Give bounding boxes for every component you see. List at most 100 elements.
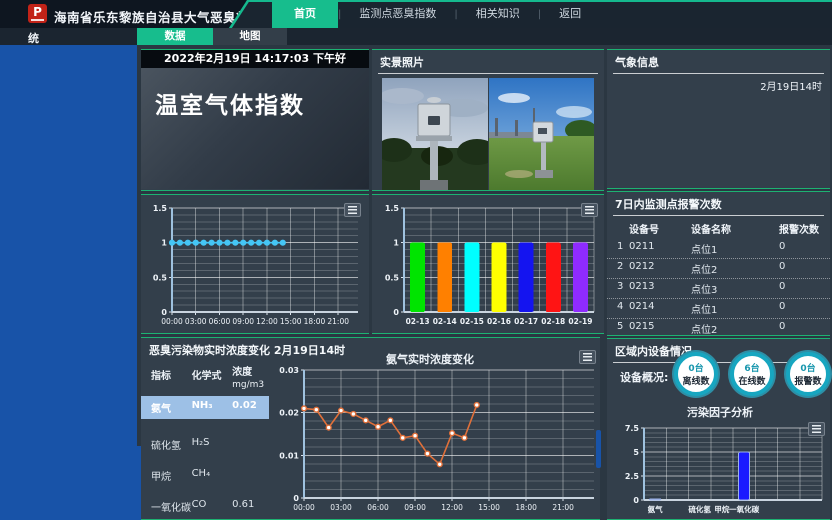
odor-row-h2s[interactable]: 硫化氢 H₂S: [141, 433, 269, 456]
svg-text:1.5: 1.5: [153, 204, 168, 213]
col-device-name: 设备名称: [691, 221, 779, 236]
dashboard-root: P 海南省乐东黎族自治县大气恶臭状况实时发布系 首页 | 监测点恶臭指数 | 相…: [0, 0, 832, 520]
weather-panel-title: 气象信息: [607, 50, 830, 73]
svg-text:硫化氢: 硫化氢: [688, 504, 711, 514]
nh3-trend-chart: 0 0.01 0.02 0.03 00:00 03:00 06:00 09:00 12:00 15…: [278, 362, 600, 514]
svg-text:02-16: 02-16: [487, 317, 511, 326]
chart-menu-icon[interactable]: [579, 350, 596, 364]
svg-text:0: 0: [393, 308, 399, 317]
svg-text:0.02: 0.02: [279, 409, 299, 418]
svg-text:02-17: 02-17: [514, 317, 538, 326]
offline-count-badge: 0台 离线数: [674, 352, 718, 396]
svg-text:0.5: 0.5: [385, 273, 400, 282]
table-row: 2 0212 点位2 0: [607, 259, 830, 279]
nav-knowledge[interactable]: 相关知识: [458, 0, 538, 28]
svg-text:02-19: 02-19: [568, 317, 592, 326]
odor-table-header: 指标 化学式 浓度 mg/m3: [141, 361, 269, 392]
col-formula: 化学式: [192, 367, 233, 390]
svg-text:0.03: 0.03: [279, 366, 299, 375]
main-nav: 首页 | 监测点恶臭指数 | 相关知识 | 返回: [272, 0, 599, 28]
chart-menu-icon[interactable]: [344, 203, 361, 217]
svg-text:02-14: 02-14: [433, 317, 457, 326]
odor-row-nh3[interactable]: 氨气 NH₃ 0.02: [141, 396, 269, 419]
svg-text:02-18: 02-18: [541, 317, 565, 326]
chart-menu-icon[interactable]: [581, 203, 598, 217]
svg-text:氨气: 氨气: [648, 504, 663, 514]
col-indicator: 指标: [151, 367, 192, 390]
svg-text:02-13: 02-13: [406, 317, 430, 326]
app-title-wrap: 统: [28, 30, 39, 46]
chart-menu-icon[interactable]: [808, 422, 825, 436]
nav-home[interactable]: 首页: [272, 0, 338, 28]
svg-text:5: 5: [633, 448, 639, 457]
col-device-id: 设备号: [629, 221, 691, 236]
photos-panel: 实景照片: [372, 49, 604, 191]
svg-text:12:00: 12:00: [441, 503, 463, 512]
alarm-count-badge: 0台 报警数: [786, 352, 830, 396]
svg-text:0.5: 0.5: [153, 273, 168, 282]
alarm-table-header: 设备号 设备名称 报警次数: [607, 216, 830, 239]
alarm-7d-panel: 7日内监测点报警次数 设备号 设备名称 报警次数 1 0211 点位1 0 2 …: [607, 191, 830, 336]
svg-text:1: 1: [161, 239, 167, 248]
device-overview-label: 设备概况:: [620, 369, 668, 385]
svg-text:18:00: 18:00: [304, 317, 326, 326]
col-concentration: 浓度 mg/m3: [232, 367, 269, 390]
svg-text:06:00: 06:00: [367, 503, 389, 512]
svg-text:03:00: 03:00: [185, 317, 207, 326]
photos-panel-title: 实景照片: [372, 50, 604, 73]
table-row: 4 0214 点位1 0: [607, 299, 830, 319]
table-row: 5 0215 点位2 0: [607, 319, 830, 339]
svg-text:09:00: 09:00: [404, 503, 426, 512]
panel-title-underline: [378, 73, 598, 74]
col-alarm-count: 报警次数: [779, 221, 819, 236]
online-count-badge: 6台 在线数: [730, 352, 774, 396]
svg-text:1: 1: [393, 239, 399, 248]
svg-text:甲烷: 甲烷: [714, 504, 729, 514]
alarm-panel-title: 7日内监测点报警次数: [607, 192, 830, 215]
table-row: 3 0213 点位3 0: [607, 279, 830, 299]
odor-row-co[interactable]: 一氧化碳 CO 0.61: [141, 495, 269, 518]
daily-bars-chart: 0 0.5 1 1.5 02-1302-1402-1502-1602-1702-1802…: [378, 200, 600, 328]
site-photo-2: [489, 78, 595, 190]
svg-text:02-15: 02-15: [460, 317, 484, 326]
svg-text:0.01: 0.01: [279, 451, 299, 460]
weather-timestamp: 2月19日14时: [607, 74, 830, 93]
nav-back[interactable]: 返回: [541, 0, 599, 28]
app-logo: P: [28, 4, 47, 23]
svg-text:一氧化碳: 一氧化碳: [729, 504, 759, 514]
greenhouse-trend-chart: 0 0.5 1 1.5 00:0003:0006:0009:0012:0015:0018…: [146, 200, 364, 328]
svg-text:7.5: 7.5: [625, 424, 640, 433]
svg-text:0: 0: [633, 496, 639, 505]
svg-text:15:00: 15:00: [280, 317, 302, 326]
svg-text:0: 0: [161, 308, 167, 317]
left-sidebar: [0, 45, 137, 520]
tab-data[interactable]: 数据: [137, 28, 213, 45]
svg-text:2.5: 2.5: [625, 472, 640, 481]
pollution-factor-chart: 0 2.5 5 7.5 氨气 硫化氢甲烷一氧化碳: [618, 420, 828, 516]
svg-text:00:00: 00:00: [161, 317, 183, 326]
svg-text:06:00: 06:00: [209, 317, 231, 326]
greenhouse-title: 温室气体指数: [155, 86, 355, 120]
site-photo-1: [382, 78, 488, 190]
tab-row: 统 数据 地图: [0, 28, 832, 45]
svg-text:21:00: 21:00: [552, 503, 574, 512]
svg-text:03:00: 03:00: [330, 503, 352, 512]
greenhouse-panel-body: 温室气体指数: [141, 68, 369, 189]
scrollbar-thumb[interactable]: [596, 430, 601, 468]
table-row: 1 0211 点位1 0: [607, 239, 830, 259]
pollution-analysis-title: 污染因子分析: [640, 404, 800, 420]
svg-text:18:00: 18:00: [515, 503, 537, 512]
svg-text:15:00: 15:00: [478, 503, 500, 512]
odor-row-ch4[interactable]: 甲烷 CH₄: [141, 464, 269, 487]
weather-panel: 气象信息 2月19日14时: [607, 49, 830, 189]
svg-text:00:00: 00:00: [293, 503, 315, 512]
svg-text:21:00: 21:00: [327, 317, 349, 326]
svg-text:1.5: 1.5: [385, 204, 400, 213]
nav-odor-index[interactable]: 监测点恶臭指数: [341, 0, 454, 28]
svg-text:12:00: 12:00: [256, 317, 278, 326]
svg-text:0: 0: [293, 494, 299, 503]
svg-text:09:00: 09:00: [232, 317, 254, 326]
datetime-text: 2022年2月19日 14:17:03 下午好: [141, 50, 369, 68]
site-photos: [382, 78, 594, 190]
tab-map[interactable]: 地图: [213, 28, 287, 45]
